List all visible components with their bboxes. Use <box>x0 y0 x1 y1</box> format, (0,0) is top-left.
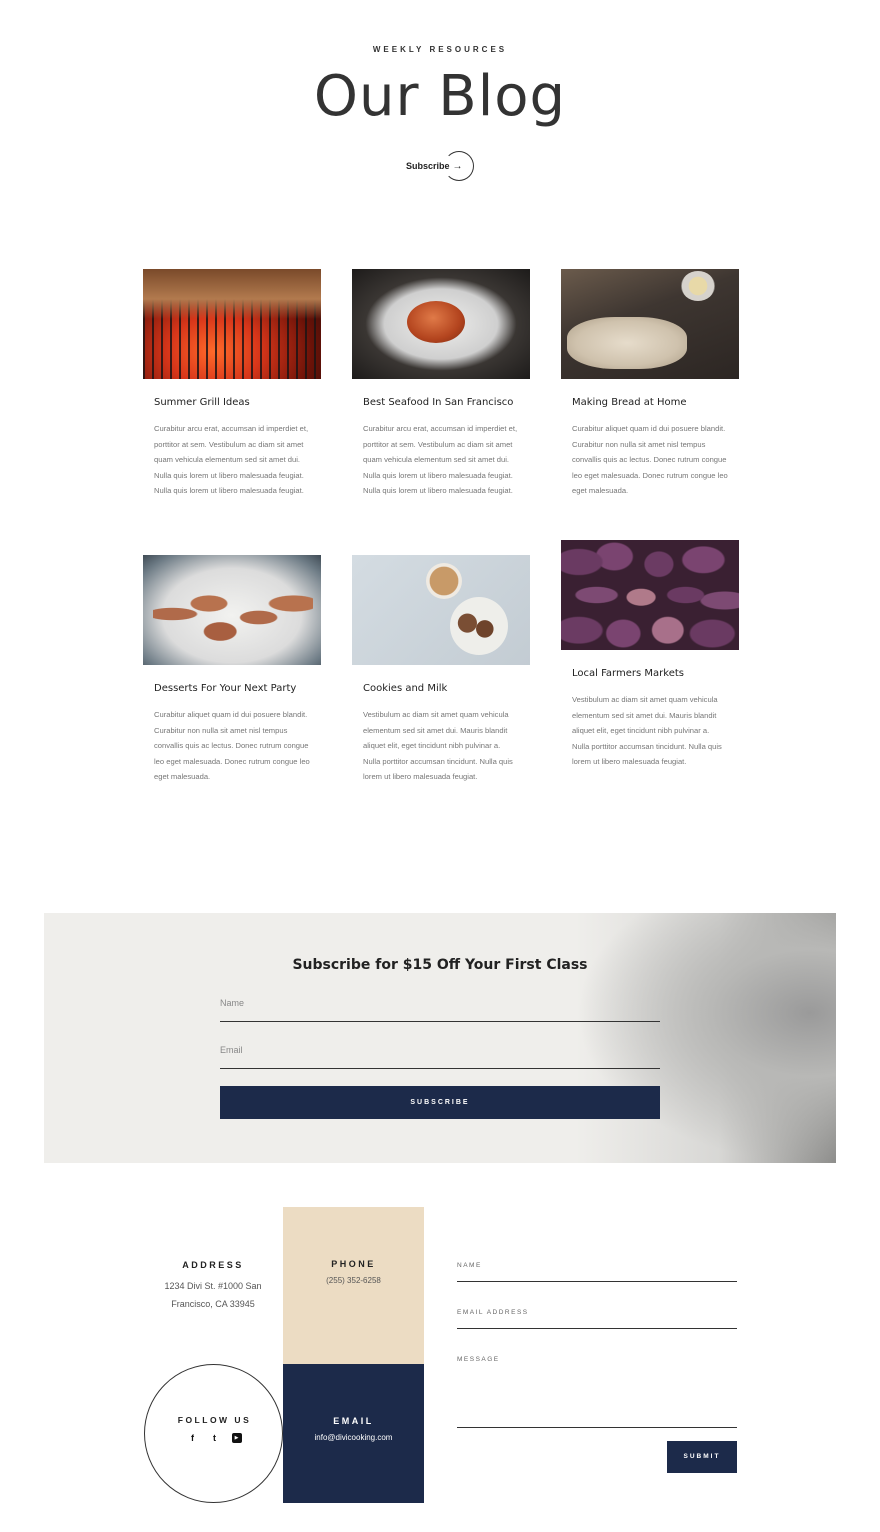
address-line-2: Francisco, CA 33945 <box>171 1299 255 1309</box>
email-block: EMAIL info@divicooking.com <box>283 1364 424 1503</box>
contact-submit-button[interactable]: SUBMIT <box>667 1441 737 1473</box>
blog-card-title[interactable]: Making Bread at Home <box>572 397 739 408</box>
contact-email-input[interactable]: EMAIL ADDRESS <box>457 1309 737 1329</box>
bread-image[interactable] <box>561 269 739 379</box>
subscribe-link-label: Subscribe <box>406 161 450 171</box>
blog-card[interactable]: Making Bread at Home Curabitur aliquet q… <box>561 269 739 499</box>
newsletter-email-input[interactable]: Email <box>220 1039 660 1069</box>
blog-card-title[interactable]: Desserts For Your Next Party <box>154 683 321 694</box>
follow-us-label: FOLLOW US <box>177 1415 252 1425</box>
contact-message-textarea[interactable]: MESSAGE <box>457 1356 737 1428</box>
phone-number[interactable]: (255) 352-6258 <box>283 1276 424 1285</box>
blog-card-excerpt: Curabitur aliquet quam id dui posuere bl… <box>572 424 728 495</box>
newsletter-banner: Subscribe for $15 Off Your First Class N… <box>44 913 836 1163</box>
blog-card[interactable]: Summer Grill Ideas Curabitur arcu erat, … <box>143 269 321 499</box>
blog-card-title[interactable]: Local Farmers Markets <box>572 668 739 679</box>
page-title: Our Blog <box>313 64 567 129</box>
phone-block: PHONE (255) 352-6258 <box>283 1207 424 1364</box>
blog-card-excerpt: Curabitur aliquet quam id dui posuere bl… <box>154 710 310 781</box>
chef-cutting-background-image <box>576 913 836 1163</box>
contact-name-input[interactable]: NAME <box>457 1262 737 1282</box>
youtube-icon[interactable]: ▶ <box>231 1433 242 1443</box>
twitter-icon[interactable]: t <box>210 1433 220 1443</box>
blog-card-title[interactable]: Summer Grill Ideas <box>154 397 321 408</box>
newsletter-heading: Subscribe for $15 Off Your First Class <box>292 957 588 973</box>
circle-outline-icon <box>444 151 474 181</box>
email-address-link[interactable]: info@divicooking.com <box>283 1433 424 1442</box>
address-label: ADDRESS <box>182 1260 244 1270</box>
phone-label: PHONE <box>331 1259 376 1269</box>
figs-image[interactable] <box>561 540 739 650</box>
blog-card[interactable]: Local Farmers Markets Vestibulum ac diam… <box>561 540 739 770</box>
newsletter-name-input[interactable]: Name <box>220 992 660 1022</box>
blog-card[interactable]: Best Seafood In San Francisco Curabitur … <box>352 269 530 499</box>
address-text: 1234 Divi St. #1000 San Francisco, CA 33… <box>143 1277 283 1313</box>
dessert-image[interactable] <box>143 555 321 665</box>
cookies-image[interactable] <box>352 555 530 665</box>
facebook-icon[interactable]: f <box>188 1433 198 1443</box>
blog-card-excerpt: Vestibulum ac diam sit amet quam vehicul… <box>572 695 722 766</box>
blog-eyebrow: WEEKLY RESOURCES <box>372 45 508 54</box>
blog-card-excerpt: Curabitur arcu erat, accumsan id imperdi… <box>154 424 309 495</box>
blog-card-excerpt: Curabitur arcu erat, accumsan id imperdi… <box>363 424 518 495</box>
newsletter-subscribe-button[interactable]: SUBSCRIBE <box>220 1086 660 1119</box>
blog-card[interactable]: Desserts For Your Next Party Curabitur a… <box>143 555 321 785</box>
social-links: f t ▶ <box>145 1433 284 1443</box>
blog-card-title[interactable]: Cookies and Milk <box>363 683 530 694</box>
follow-us-circle: FOLLOW US f t ▶ <box>144 1364 283 1503</box>
address-line-1: 1234 Divi St. #1000 San <box>164 1281 262 1291</box>
blog-card[interactable]: Cookies and Milk Vestibulum ac diam sit … <box>352 555 530 785</box>
crab-image[interactable] <box>352 269 530 379</box>
grill-image[interactable] <box>143 269 321 379</box>
blog-card-excerpt: Vestibulum ac diam sit amet quam vehicul… <box>363 710 513 781</box>
email-label: EMAIL <box>333 1416 374 1426</box>
blog-card-title[interactable]: Best Seafood In San Francisco <box>363 397 530 408</box>
subscribe-link[interactable]: Subscribe → <box>400 150 480 182</box>
